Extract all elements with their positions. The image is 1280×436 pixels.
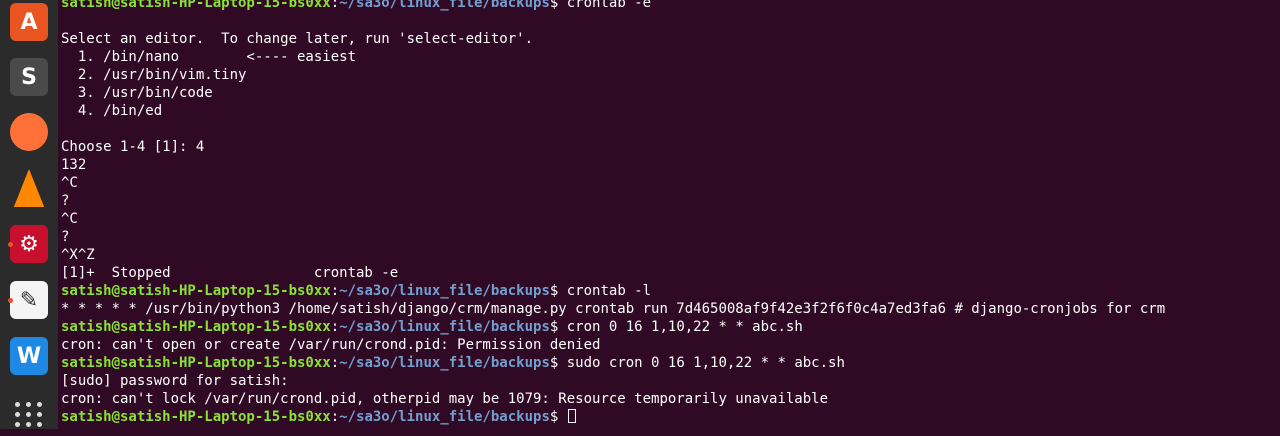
firefox-launcher[interactable] bbox=[7, 110, 51, 154]
output-line: [sudo] password for satish: bbox=[61, 373, 289, 389]
output-line: ? bbox=[61, 229, 70, 245]
show-applications-launcher[interactable] bbox=[7, 392, 51, 436]
settings-icon: ⚙ bbox=[10, 225, 48, 263]
prompt-line: satish@satish-HP-Laptop-15-bs0xx:~/sa3o/… bbox=[61, 354, 1280, 372]
running-indicator bbox=[8, 242, 13, 247]
prompt-line: satish@satish-HP-Laptop-15-bs0xx:~/sa3o/… bbox=[61, 0, 1280, 12]
text-editor-launcher[interactable]: ✎ bbox=[7, 278, 51, 322]
output-line: cron: can't lock /var/run/crond.pid, oth… bbox=[61, 391, 829, 407]
command-text bbox=[558, 409, 566, 425]
show-applications-icon bbox=[10, 395, 48, 433]
prompt-path: ~/sa3o/linux_file/backups bbox=[339, 283, 550, 299]
prompt-user: satish@satish-HP-Laptop-15-bs0xx bbox=[61, 319, 331, 335]
ubuntu-software-icon: A bbox=[10, 3, 48, 41]
output-line: 2. /usr/bin/vim.tiny bbox=[61, 67, 247, 83]
output-line: 132 bbox=[61, 157, 87, 173]
prompt-path: ~/sa3o/linux_file/backups bbox=[339, 319, 550, 335]
prompt-separator: : bbox=[330, 283, 340, 299]
prompt-separator: : bbox=[330, 409, 340, 425]
prompt-path: ~/sa3o/linux_file/backups bbox=[339, 409, 550, 425]
output-line: 3. /usr/bin/code bbox=[61, 85, 213, 101]
prompt-line: satish@satish-HP-Laptop-15-bs0xx:~/sa3o/… bbox=[61, 318, 1280, 336]
prompt-user: satish@satish-HP-Laptop-15-bs0xx bbox=[61, 409, 331, 425]
settings-launcher[interactable]: ⚙ bbox=[7, 222, 51, 266]
prompt-line: satish@satish-HP-Laptop-15-bs0xx:~/sa3o/… bbox=[61, 282, 1280, 300]
wps-office-icon: W bbox=[10, 337, 48, 375]
prompt-path: ~/sa3o/linux_file/backups bbox=[339, 355, 550, 371]
output-line: ^X^Z bbox=[61, 247, 95, 263]
vlc-launcher[interactable] bbox=[7, 166, 51, 210]
sublime-text-launcher[interactable]: S bbox=[7, 55, 51, 99]
output-line: 1. /bin/nano <---- easiest bbox=[61, 49, 357, 65]
running-indicator bbox=[8, 298, 13, 303]
terminal-output[interactable]: satish@satish-HP-Laptop-15-bs0xx:~/sa3o/… bbox=[58, 0, 1280, 429]
prompt-user: satish@satish-HP-Laptop-15-bs0xx bbox=[61, 283, 331, 299]
dock: A S ⚙ ✎ W bbox=[0, 0, 58, 429]
command-text: cron 0 16 1,10,22 * * abc.sh bbox=[558, 319, 803, 335]
output-line: 4. /bin/ed bbox=[61, 103, 163, 119]
command-text: sudo cron 0 16 1,10,22 * * abc.sh bbox=[558, 355, 845, 371]
prompt-user: satish@satish-HP-Laptop-15-bs0xx bbox=[61, 0, 331, 11]
output-line: ^C bbox=[61, 175, 78, 191]
command-text: crontab -l bbox=[558, 283, 652, 299]
sublime-text-icon: S bbox=[10, 58, 48, 96]
prompt-separator: : bbox=[330, 0, 340, 11]
wps-office-launcher[interactable]: W bbox=[7, 334, 51, 378]
output-line: Choose 1-4 [1]: 4 bbox=[61, 139, 205, 155]
prompt-user: satish@satish-HP-Laptop-15-bs0xx bbox=[61, 355, 331, 371]
output-line: ? bbox=[61, 193, 70, 209]
vlc-icon bbox=[13, 169, 45, 207]
output-line: * * * * * /usr/bin/python3 /home/satish/… bbox=[61, 301, 1166, 317]
output-line: ^C bbox=[61, 211, 78, 227]
text-editor-icon: ✎ bbox=[10, 281, 48, 319]
prompt-line: satish@satish-HP-Laptop-15-bs0xx:~/sa3o/… bbox=[61, 408, 1280, 426]
prompt-path: ~/sa3o/linux_file/backups bbox=[339, 0, 550, 11]
output-line: [1]+ Stopped crontab -e bbox=[61, 265, 399, 281]
ubuntu-software-launcher[interactable]: A bbox=[7, 0, 51, 44]
output-line: Select an editor. To change later, run '… bbox=[61, 31, 534, 47]
prompt-separator: : bbox=[330, 319, 340, 335]
firefox-icon bbox=[10, 113, 48, 151]
prompt-separator: : bbox=[330, 355, 340, 371]
output-line: cron: can't open or create /var/run/cron… bbox=[61, 337, 601, 353]
cursor[interactable] bbox=[567, 409, 576, 423]
command-text: crontab -e bbox=[558, 0, 652, 11]
